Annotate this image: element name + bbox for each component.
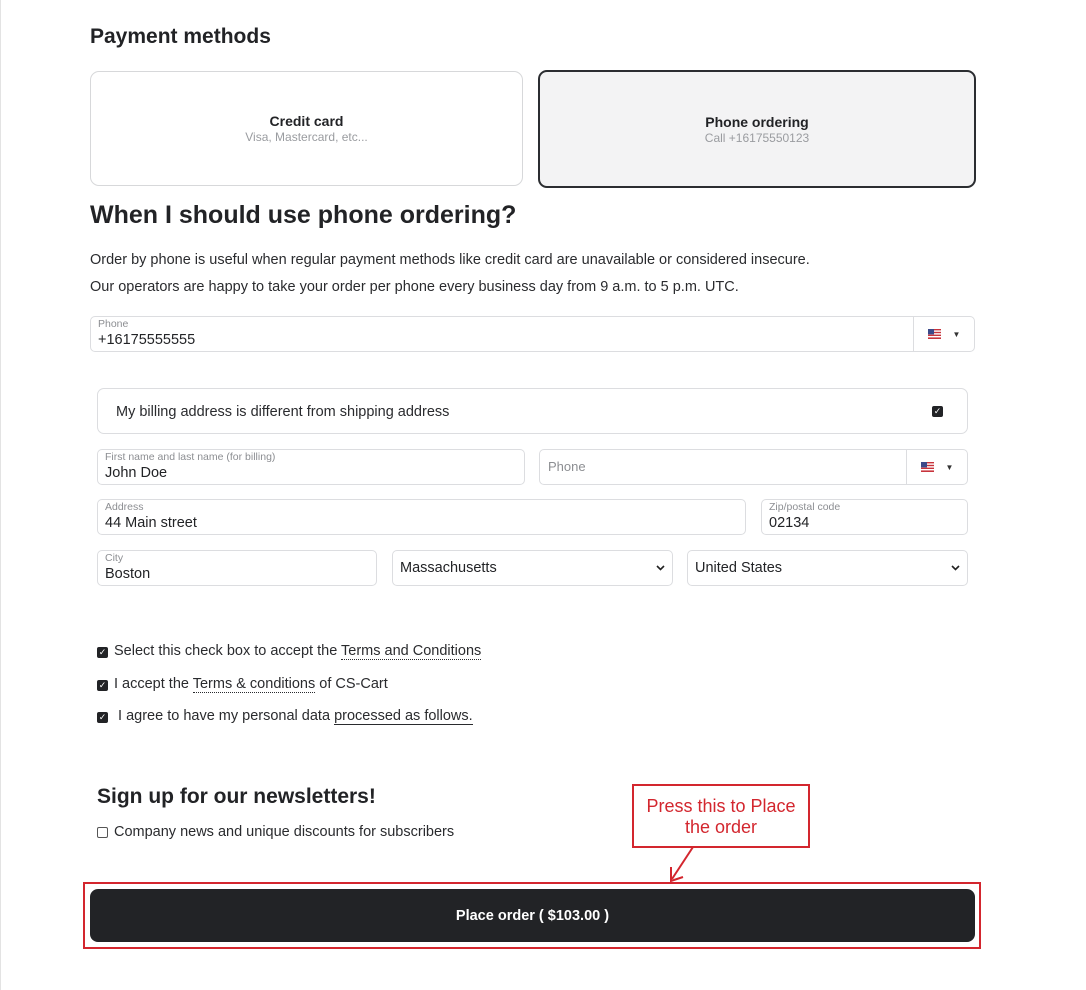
terms-label: Select this check box to accept the Term… <box>114 643 482 660</box>
payment-methods-heading: Payment methods <box>90 25 271 48</box>
payment-method-title: Phone ordering <box>705 113 809 130</box>
phone-label: Phone <box>98 318 129 330</box>
cscart-prefix-text: I accept the <box>114 676 193 692</box>
cscart-terms-link[interactable]: Terms & conditions <box>192 676 316 693</box>
page-edge <box>0 0 1 990</box>
zip-field[interactable]: Zip/postal code 02134 <box>761 499 968 535</box>
address-field[interactable]: Address 44 Main street <box>97 499 746 535</box>
state-select-value: Massachusetts <box>400 560 497 576</box>
billing-toggle-label: My billing address is different from shi… <box>116 404 450 420</box>
payment-method-subtitle: Visa, Mastercard, etc... <box>245 130 368 144</box>
terms-checkbox[interactable]: ✓ <box>97 647 108 658</box>
info-line-1: Order by phone is useful when regular pa… <box>90 252 810 268</box>
terms-prefix-text: Select this check box to accept the <box>114 643 342 659</box>
country-code-selector[interactable]: ▼ <box>913 317 974 351</box>
address-label: Address <box>105 501 144 513</box>
city-value: Boston <box>105 566 151 582</box>
billing-name-label: First name and last name (for billing) <box>105 451 276 463</box>
billing-country-code-selector[interactable]: ▼ <box>906 450 967 484</box>
city-field[interactable]: City Boston <box>97 550 377 586</box>
address-value: 44 Main street <box>105 515 197 531</box>
payment-method-subtitle: Call +16175550123 <box>704 130 810 145</box>
terms-link[interactable]: Terms and Conditions <box>341 643 482 660</box>
billing-name-field[interactable]: First name and last name (for billing) J… <box>97 449 525 485</box>
billing-phone-field[interactable]: Phone ▼ <box>539 449 968 485</box>
payment-method-credit-card[interactable]: Credit card Visa, Mastercard, etc... <box>90 71 523 186</box>
annotation-highlight-box <box>83 882 981 949</box>
billing-address-toggle[interactable]: My billing address is different from shi… <box>97 388 968 434</box>
newsletter-option-label: Company news and unique discounts for su… <box>114 824 455 840</box>
us-flag-icon <box>920 462 934 472</box>
personal-data-checkbox[interactable]: ✓ <box>97 712 108 723</box>
payment-method-title: Credit card <box>269 113 344 129</box>
newsletter-heading: Sign up for our newsletters! <box>97 785 376 808</box>
payment-method-phone-ordering[interactable]: Phone ordering Call +16175550123 <box>538 70 976 188</box>
cscart-terms-label: I accept the Terms & conditions of CS-Ca… <box>114 676 388 693</box>
cscart-terms-checkbox[interactable]: ✓ <box>97 680 108 691</box>
personal-data-prefix-text: I agree to have my personal data <box>114 708 335 724</box>
annotation-arrow-icon <box>670 846 694 883</box>
zip-label: Zip/postal code <box>769 501 841 513</box>
us-flag-icon <box>927 329 941 339</box>
annotation-callout: Press this to Place the order <box>632 784 810 848</box>
annotation-line-1: Press this to Place <box>646 796 796 816</box>
city-label: City <box>105 552 124 564</box>
phone-value: +16175555555 <box>98 332 196 348</box>
phone-ordering-heading: When I should use phone ordering? <box>90 201 517 229</box>
newsletter-checkbox[interactable] <box>97 827 108 838</box>
phone-field[interactable]: Phone +16175555555 ▼ <box>90 316 975 352</box>
zip-value: 02134 <box>769 515 810 531</box>
billing-phone-placeholder: Phone <box>548 459 586 474</box>
billing-name-value: John Doe <box>105 465 168 481</box>
chevron-down-icon: ▼ <box>945 462 954 472</box>
info-line-2: Our operators are happy to take your ord… <box>90 279 739 295</box>
chevron-down-icon <box>656 565 665 571</box>
country-select-value: United States <box>695 560 783 576</box>
personal-data-label: I agree to have my personal data process… <box>114 708 473 725</box>
chevron-down-icon <box>951 565 960 571</box>
state-select[interactable]: Massachusetts <box>392 550 673 586</box>
annotation-line-2: the order <box>684 817 758 837</box>
cscart-suffix-text: of CS-Cart <box>315 676 388 692</box>
personal-data-link[interactable]: processed as follows. <box>334 708 473 725</box>
chevron-down-icon: ▼ <box>952 329 961 339</box>
country-select[interactable]: United States <box>687 550 968 586</box>
billing-toggle-checkbox[interactable]: ✓ <box>932 406 943 417</box>
